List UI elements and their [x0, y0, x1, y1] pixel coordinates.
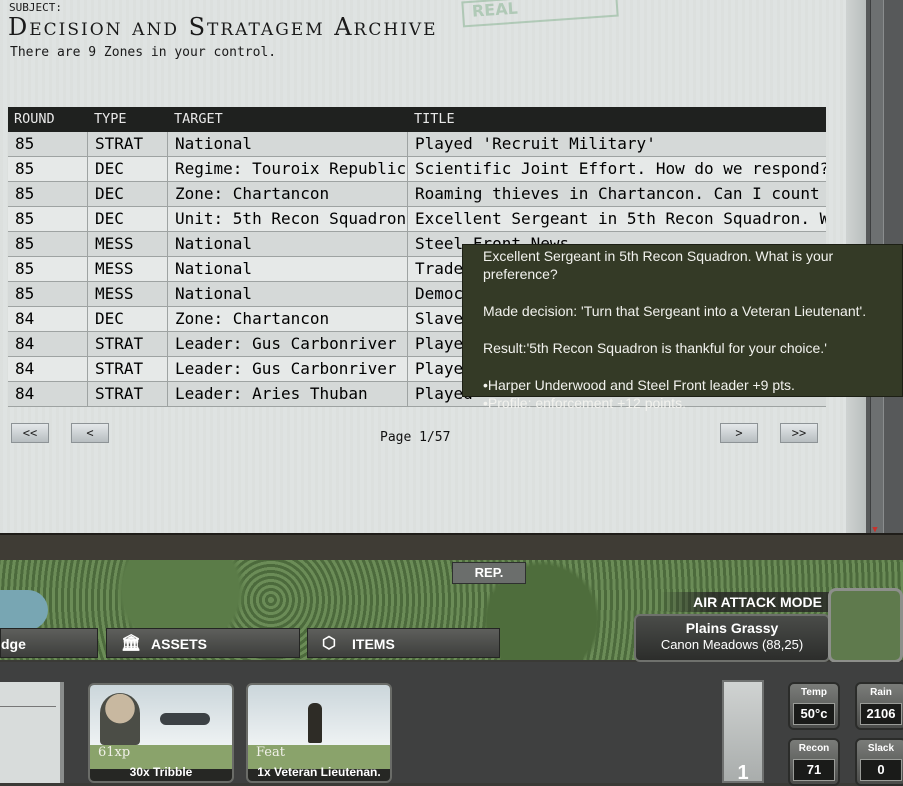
column-header-title: TITLE [414, 111, 455, 127]
stat-temp-label: Temp [801, 687, 827, 698]
cell-title: Scientific Joint Effort. How do we respo… [415, 159, 826, 178]
cell-title: Played 'Recruit Military' [415, 134, 656, 153]
unit-xp: 61xp [98, 745, 131, 760]
cell-type: STRAT [88, 132, 168, 156]
cell-target: National [168, 232, 408, 256]
cell-round: 85 [8, 157, 88, 181]
soldier-icon [308, 703, 322, 743]
cell-type: STRAT [88, 357, 168, 381]
tab-assets-label: ASSETS [151, 636, 208, 652]
cell-target: Regime: Touroix Republic [168, 157, 408, 181]
stat-rain-label: Rain [870, 687, 892, 698]
unit-label: 1x Veteran Lieutenan. [257, 765, 381, 779]
cell-type: MESS [88, 282, 168, 306]
table-row[interactable]: 85 STRAT National Played 'Recruit Military' [8, 132, 826, 157]
column-header-round: ROUND [14, 111, 55, 127]
tooltip-result: Result:'5th Recon Squadron is thankful f… [483, 340, 827, 356]
prev-page-button[interactable]: < [71, 423, 109, 443]
cell-target: National [168, 132, 408, 156]
column-header-target: TARGET [174, 111, 223, 127]
stat-temp: Temp 50°c [788, 682, 840, 730]
tab-items-label: ITEMS [352, 636, 395, 652]
cell-type: DEC [88, 307, 168, 331]
cell-type: STRAT [88, 332, 168, 356]
round-counter-value: 1 [737, 762, 749, 784]
cell-type: MESS [88, 257, 168, 281]
cell-target: Zone: Chartancon [168, 182, 408, 206]
cell-type: DEC [88, 182, 168, 206]
cell-title: Excellent Sergeant in 5th Recon Squadron… [415, 209, 826, 228]
cell-target: Leader: Gus Carbonriver [168, 357, 408, 381]
table-row[interactable]: 85 DEC Unit: 5th Recon Squadron Excellent S… [8, 207, 826, 232]
cell-round: 85 [8, 232, 88, 256]
cell-target: Unit: 5th Recon Squadron [168, 207, 408, 231]
stat-rain: Rain 2106 [855, 682, 903, 730]
box-icon: ⬡ [322, 635, 336, 652]
air-attack-mode-label: AIR ATTACK MODE [660, 592, 830, 612]
stat-temp-value: 50°c [793, 703, 835, 725]
last-page-button[interactable]: >> [780, 423, 818, 443]
tab-items[interactable]: ⬡ ITEMS [307, 628, 500, 658]
page-title: Decision and Stratagem Archive [8, 13, 438, 41]
cell-type: DEC [88, 207, 168, 231]
bank-icon: 🏛 [121, 635, 142, 652]
terrain-info-panel: Plains Grassy Canon Meadows (88,25) [634, 614, 830, 662]
cell-target: Leader: Gus Carbonriver [168, 332, 408, 356]
decision-tooltip: Excellent Sergeant in 5th Recon Squadron… [462, 244, 903, 411]
helicopter-icon [160, 713, 210, 725]
table-header: ROUND TYPE TARGET TITLE [8, 107, 826, 132]
panel-separator [0, 533, 903, 562]
left-info-box [0, 682, 64, 783]
cell-type: STRAT [88, 382, 168, 406]
cell-target: National [168, 282, 408, 306]
cell-round: 84 [8, 307, 88, 331]
table-row[interactable]: 85 DEC Zone: Chartancon Roaming thieves in … [8, 182, 826, 207]
unit-card-veteran-lieutenant[interactable]: Feat 1x Veteran Lieutenan. [246, 683, 392, 783]
cell-type: DEC [88, 157, 168, 181]
tooltip-effect-1: •Harper Underwood and Steel Front leader… [483, 377, 795, 393]
terrain-location: Canon Meadows (88,25) [660, 637, 804, 652]
rep-button[interactable]: REP. [452, 562, 526, 584]
minimap[interactable] [828, 588, 903, 663]
column-header-type: TYPE [94, 111, 127, 127]
page-indicator: Page 1/57 [380, 430, 451, 445]
cell-target: National [168, 257, 408, 281]
stat-recon: Recon 71 [788, 738, 840, 786]
cell-target: Zone: Chartancon [168, 307, 408, 331]
next-page-button[interactable]: > [720, 423, 758, 443]
zones-count-text: There are 9 Zones in your control. [10, 45, 277, 60]
left-info-divider [0, 706, 56, 707]
cell-target: Leader: Aries Thuban [168, 382, 408, 406]
round-counter: 1 [722, 680, 764, 784]
cell-round: 84 [8, 382, 88, 406]
stat-slack-value: 0 [860, 759, 902, 781]
unit-label: 30x Tribble [129, 765, 193, 779]
stat-recon-value: 71 [793, 759, 835, 781]
cell-round: 84 [8, 332, 88, 356]
first-page-button[interactable]: << [11, 423, 49, 443]
stat-recon-label: Recon [798, 743, 830, 754]
leader-portrait [100, 693, 140, 745]
cell-title: Roaming thieves in Chartancon. Can I cou… [415, 184, 826, 203]
cell-round: 85 [8, 207, 88, 231]
cell-round: 85 [8, 282, 88, 306]
unit-feat-tag: Feat [256, 745, 285, 760]
tooltip-question: Excellent Sergeant in 5th Recon Squadron… [483, 248, 834, 282]
stat-slack: Slack 0 [855, 738, 903, 786]
stat-rain-value: 2106 [860, 703, 902, 725]
water-area [0, 590, 48, 630]
cell-type: MESS [88, 232, 168, 256]
cell-round: 85 [8, 132, 88, 156]
unit-card-tribble[interactable]: 61xp 30x Tribble [88, 683, 234, 783]
tooltip-decision: Made decision: 'Turn that Sergeant into … [483, 303, 867, 319]
cell-round: 84 [8, 357, 88, 381]
table-row[interactable]: 85 DEC Regime: Touroix Republic Scientific … [8, 157, 826, 182]
cell-round: 85 [8, 182, 88, 206]
cell-round: 85 [8, 257, 88, 281]
tab-assets[interactable]: 🏛 ASSETS [106, 628, 300, 658]
stat-slack-label: Slack [867, 743, 895, 754]
tab-federation[interactable]: dge Federation [0, 628, 98, 682]
tooltip-effect-2: •Profile: enforcement +12 points. [483, 395, 686, 411]
terrain-name: Plains Grassy [685, 620, 779, 636]
